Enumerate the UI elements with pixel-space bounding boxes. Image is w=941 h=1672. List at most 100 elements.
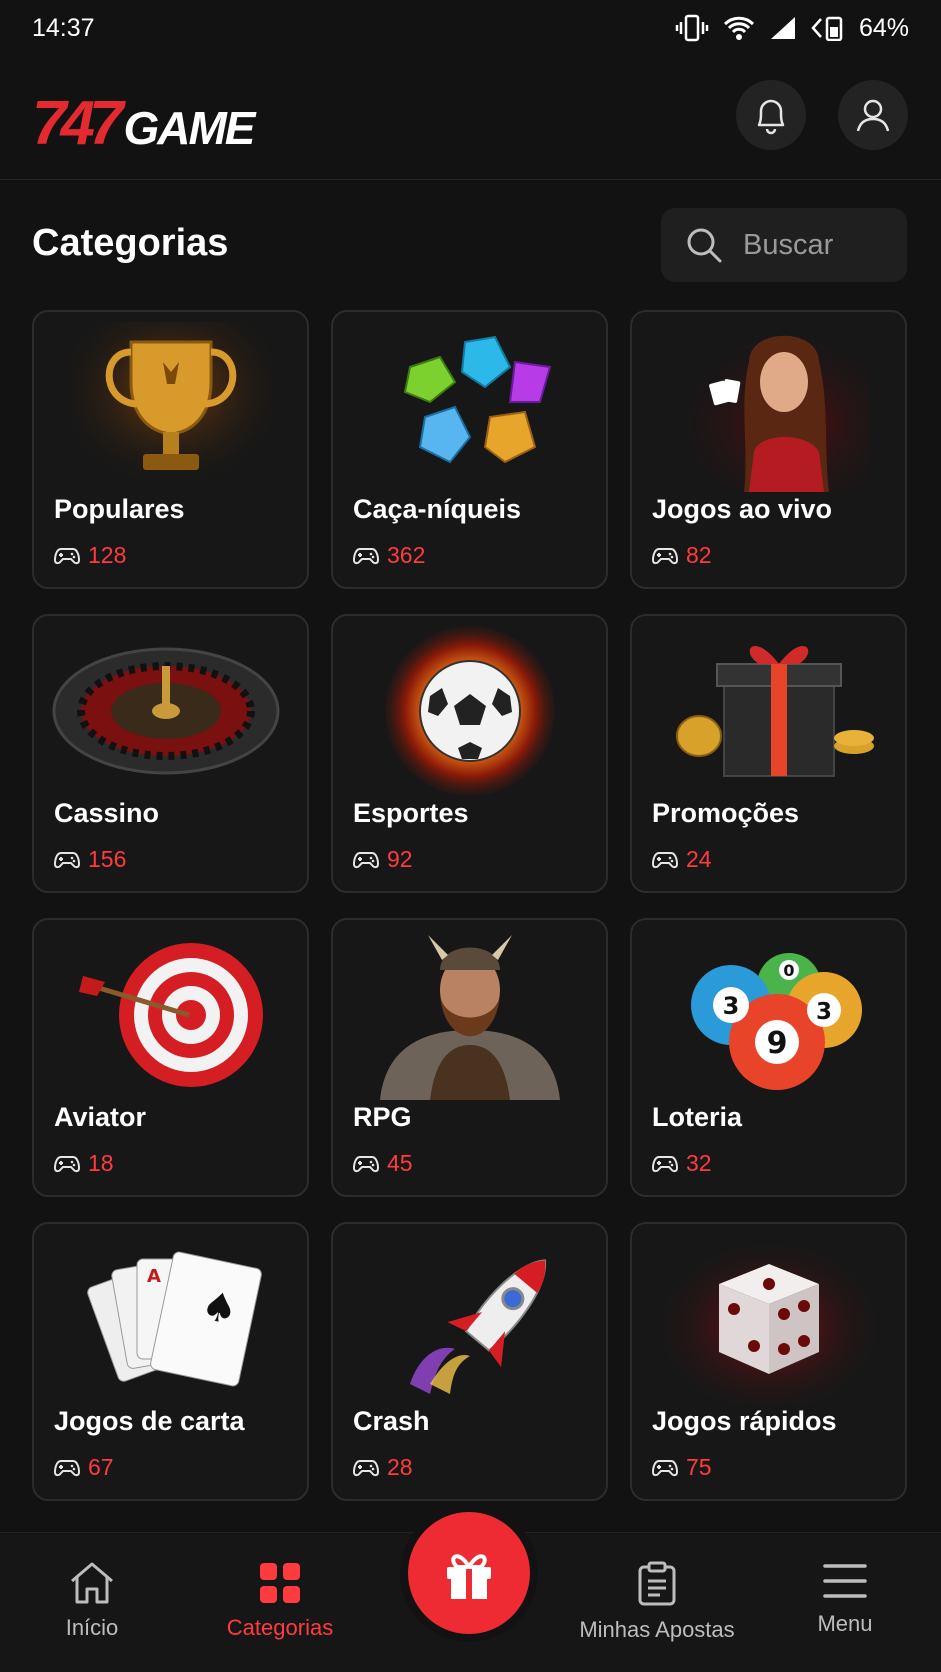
gamepad-icon <box>652 547 678 564</box>
category-card-cassino[interactable]: Cassino 156 <box>32 614 309 893</box>
category-count: 18 <box>88 1150 114 1176</box>
category-name: Promoções <box>652 798 800 828</box>
nav-my-bets-label: Minhas Apostas <box>579 1617 735 1642</box>
bell-icon <box>757 99 785 135</box>
nav-categories[interactable]: Categorias <box>190 1561 370 1641</box>
category-count: 75 <box>686 1454 712 1480</box>
status-bar: 14:37 64% <box>0 0 941 56</box>
gamepad-icon <box>353 547 379 564</box>
hamburger-menu-icon <box>823 1564 867 1598</box>
lottery-balls-icon: 3 3 9 0 <box>632 920 905 1110</box>
category-name: Aviator <box>54 1102 147 1132</box>
svg-text:9: 9 <box>766 1026 787 1061</box>
category-meta: 32 <box>652 1150 712 1177</box>
nav-my-bets[interactable]: Minhas Apostas <box>567 1561 747 1643</box>
logo-number: 747 <box>32 89 123 158</box>
category-meta: 156 <box>54 846 126 873</box>
gamepad-icon <box>54 547 80 564</box>
gamepad-icon <box>652 1459 678 1476</box>
gamepad-icon <box>652 851 678 868</box>
page-title: Categorias <box>32 222 229 264</box>
category-name: Esportes <box>353 798 469 828</box>
category-card-crash[interactable]: Crash 28 <box>331 1222 608 1501</box>
category-name: Jogos rápidos <box>652 1406 837 1436</box>
app-header: 747 GAME <box>0 56 941 180</box>
playing-cards-icon: A ♠ <box>34 1224 307 1414</box>
search-input[interactable]: Buscar <box>661 208 907 282</box>
svg-text:0: 0 <box>783 961 794 980</box>
category-meta: 362 <box>353 542 425 569</box>
notifications-button[interactable] <box>736 80 806 150</box>
category-name: Populares <box>54 494 185 524</box>
category-card-aviator[interactable]: Aviator 18 <box>32 918 309 1197</box>
home-icon <box>71 1562 113 1604</box>
gems-icon <box>333 312 606 502</box>
category-meta: 128 <box>54 542 126 569</box>
category-count: 362 <box>387 542 426 568</box>
category-name: Caça-níqueis <box>353 494 522 524</box>
profile-button[interactable] <box>838 80 908 150</box>
nav-home[interactable]: Início <box>2 1561 182 1641</box>
status-icons: 64% <box>675 13 909 43</box>
battery-percent: 64% <box>858 13 909 42</box>
category-meta: 28 <box>353 1454 413 1481</box>
rocket-icon <box>333 1224 606 1414</box>
logo-text: GAME <box>123 102 255 154</box>
gift-fab-button[interactable] <box>408 1512 530 1634</box>
gamepad-icon <box>652 1155 678 1172</box>
category-count: 32 <box>686 1150 712 1176</box>
category-name: RPG <box>353 1102 412 1132</box>
gamepad-icon <box>353 1155 379 1172</box>
category-card-jogos-rapidos[interactable]: Jogos rápidos 75 <box>630 1222 907 1501</box>
category-card-loteria[interactable]: 3 3 9 0 Loteria 32 <box>630 918 907 1197</box>
viking-icon <box>333 920 606 1110</box>
category-card-populares[interactable]: Populares 128 <box>32 310 309 589</box>
trophy-icon <box>34 312 307 502</box>
category-meta: 82 <box>652 542 712 569</box>
category-count: 128 <box>88 542 127 568</box>
dice-icon <box>632 1224 905 1414</box>
status-time: 14:37 <box>32 13 95 42</box>
category-card-caca-niqueis[interactable]: Caça-níqueis 362 <box>331 310 608 589</box>
nav-menu-label: Menu <box>817 1611 873 1636</box>
category-meta: 75 <box>652 1454 712 1481</box>
gamepad-icon <box>353 1459 379 1476</box>
signal-icon <box>770 17 795 39</box>
category-count: 92 <box>387 846 413 872</box>
category-meta: 67 <box>54 1454 114 1481</box>
category-count: 28 <box>387 1454 413 1480</box>
nav-home-label: Início <box>65 1615 119 1640</box>
roulette-icon <box>34 616 307 806</box>
clipboard-icon <box>638 1561 676 1606</box>
vibrate-icon <box>675 14 709 42</box>
soccer-ball-icon <box>333 616 606 806</box>
user-icon <box>856 99 890 132</box>
wifi-icon <box>723 16 755 40</box>
category-count: 67 <box>88 1454 114 1480</box>
battery-icon <box>811 16 843 41</box>
grid-icon <box>260 1563 300 1603</box>
category-card-esportes[interactable]: Esportes 92 <box>331 614 608 893</box>
category-meta: 24 <box>652 846 712 873</box>
target-icon <box>34 920 307 1110</box>
category-card-rpg[interactable]: RPG 45 <box>331 918 608 1197</box>
category-meta: 45 <box>353 1150 413 1177</box>
category-count: 82 <box>686 542 712 568</box>
category-card-jogos-ao-vivo[interactable]: Jogos ao vivo 82 <box>630 310 907 589</box>
category-card-jogos-de-carta[interactable]: A ♠ Jogos de carta 67 <box>32 1222 309 1501</box>
gamepad-icon <box>54 1459 80 1476</box>
category-count: 156 <box>88 846 127 872</box>
category-card-promocoes[interactable]: Promoções 24 <box>630 614 907 893</box>
gamepad-icon <box>353 851 379 868</box>
search-placeholder: Buscar <box>743 228 834 261</box>
category-name: Crash <box>353 1406 430 1436</box>
live-dealer-icon <box>632 312 905 502</box>
nav-menu[interactable]: Menu <box>755 1561 935 1637</box>
category-name: Jogos de carta <box>54 1406 245 1436</box>
category-meta: 18 <box>54 1150 114 1177</box>
category-name: Loteria <box>652 1102 743 1132</box>
category-count: 45 <box>387 1150 413 1176</box>
category-count: 24 <box>686 846 712 872</box>
brand-logo[interactable]: 747 GAME <box>32 88 255 159</box>
search-icon <box>687 228 722 263</box>
